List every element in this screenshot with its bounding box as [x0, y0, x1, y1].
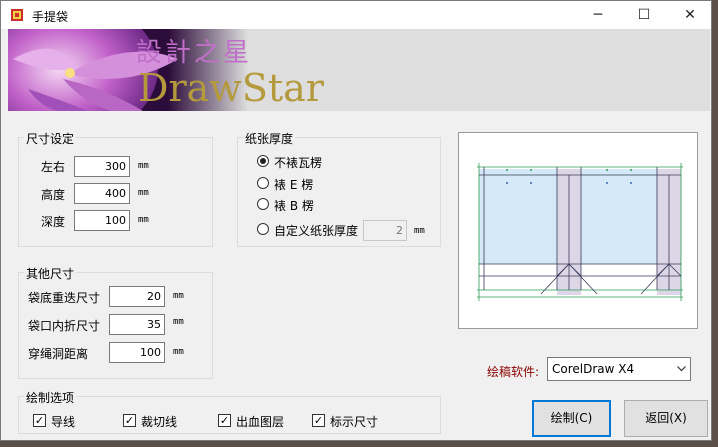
- close-button[interactable]: ✕: [667, 1, 713, 29]
- title-bar: 手提袋 ─ ☐ ✕: [1, 1, 711, 29]
- checkbox-dimensions[interactable]: ✓: [312, 414, 325, 427]
- checkbox-guides-label: 导线: [51, 415, 76, 429]
- custom-thickness-input[interactable]: 2: [363, 220, 407, 241]
- depth-input[interactable]: 100: [74, 210, 130, 231]
- checkbox-bleed-layer-label: 出血图层: [236, 415, 285, 429]
- height-input[interactable]: 400: [74, 183, 130, 204]
- draw-button[interactable]: 绘制(C): [532, 400, 611, 437]
- radio-custom-thickness-label: 自定义纸张厚度: [274, 224, 359, 238]
- radio-no-corrugated-label: 不裱瓦楞: [274, 156, 323, 170]
- software-select-value: CorelDraw X4: [552, 362, 635, 376]
- other-group-title: 其他尺寸: [24, 265, 77, 282]
- bottom-overlap-input[interactable]: 20: [109, 286, 165, 307]
- brand-banner: 設計之星 DrawStar: [8, 29, 710, 111]
- width-input[interactable]: 300: [74, 156, 130, 177]
- minimize-button[interactable]: ─: [575, 1, 621, 29]
- bag-dieline-drawing: [477, 163, 683, 301]
- window-title: 手提袋: [32, 10, 69, 24]
- draw-options-title: 绘制选项: [24, 389, 77, 406]
- custom-thickness-unit: mm: [414, 226, 425, 236]
- checkbox-guides[interactable]: ✓: [33, 414, 46, 427]
- radio-no-corrugated[interactable]: [257, 155, 269, 167]
- logo-chinese: 設計之星: [136, 38, 252, 68]
- chevron-down-icon: [677, 366, 686, 372]
- opening-fold-unit: mm: [173, 317, 184, 327]
- radio-e-flute[interactable]: [257, 177, 269, 189]
- checkbox-cut-lines-label: 裁切线: [141, 415, 178, 429]
- logo-english: DrawStar: [138, 66, 325, 110]
- flower-image: 設計之星 DrawStar: [8, 29, 325, 111]
- paper-group-title: 纸张厚度: [243, 130, 296, 147]
- checkbox-dimensions-label: 标示尺寸: [330, 415, 379, 429]
- depth-label: 深度: [41, 215, 66, 229]
- software-select[interactable]: CorelDraw X4: [547, 357, 691, 381]
- radio-b-flute-label: 裱 B 楞: [274, 199, 314, 213]
- depth-unit: mm: [138, 215, 149, 225]
- software-label: 绘稿软件:: [487, 365, 540, 379]
- checkbox-bleed-layer[interactable]: ✓: [218, 414, 231, 427]
- bag-preview: [458, 132, 698, 329]
- width-label: 左右: [41, 160, 66, 174]
- rope-hole-unit: mm: [173, 347, 184, 357]
- radio-custom-thickness[interactable]: [257, 223, 269, 235]
- bottom-overlap-unit: mm: [173, 291, 184, 301]
- height-unit: mm: [138, 188, 149, 198]
- rope-hole-label: 穿绳洞距离: [28, 347, 89, 361]
- dialog-window: 手提袋 ─ ☐ ✕ 設計之星 DrawStar 尺寸设定 左右 300 mm 高…: [0, 0, 712, 441]
- opening-fold-input[interactable]: 35: [109, 314, 165, 335]
- radio-b-flute[interactable]: [257, 198, 269, 210]
- checkbox-cut-lines[interactable]: ✓: [123, 414, 136, 427]
- height-label: 高度: [41, 188, 66, 202]
- back-button[interactable]: 返回(X): [624, 400, 708, 437]
- width-unit: mm: [138, 161, 149, 171]
- bottom-overlap-label: 袋底重迭尺寸: [28, 291, 101, 305]
- app-icon: [11, 9, 23, 21]
- rope-hole-input[interactable]: 100: [109, 342, 165, 363]
- opening-fold-label: 袋口内折尺寸: [28, 319, 101, 333]
- maximize-button[interactable]: ☐: [621, 1, 667, 29]
- radio-e-flute-label: 裱 E 楞: [274, 178, 314, 192]
- size-group-title: 尺寸设定: [24, 130, 77, 147]
